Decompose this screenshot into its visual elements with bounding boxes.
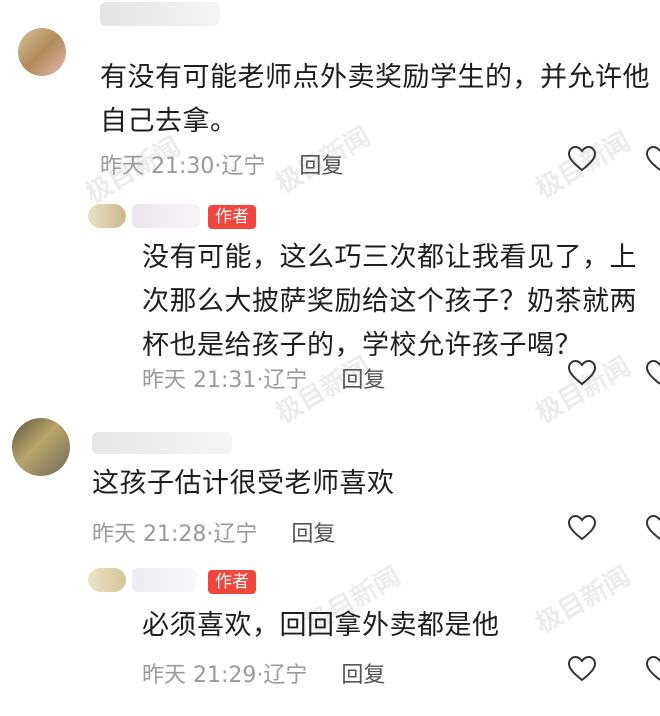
author-badge: 作者 (208, 570, 256, 594)
comment-text: 没有可能，这么巧三次都让我看见了，上 次那么大披萨奖励给这个孩子？奶茶就两 杯也… (142, 236, 652, 368)
comment-meta: 昨天 21:30·辽宁 回复 (100, 148, 343, 180)
dislike-icon[interactable] (646, 656, 660, 682)
reply-button[interactable]: 回复 (341, 368, 385, 393)
comment-location: 辽宁 (213, 522, 258, 547)
comment-text: 有没有可能老师点外卖奖励学生的，并允许他 自己去拿。 (100, 56, 655, 144)
comment-time: 昨天 21:29 (142, 663, 257, 688)
avatar[interactable] (12, 418, 70, 476)
dislike-icon[interactable] (646, 146, 660, 172)
comment-line: 有没有可能老师点外卖奖励学生的，并允许他 (100, 62, 650, 93)
reply-button[interactable]: 回复 (341, 663, 385, 688)
comment-line: 没有可能，这么巧三次都让我看见了，上 (142, 242, 637, 273)
comment-time: 昨天 21:28 (92, 522, 207, 547)
avatar[interactable] (18, 28, 66, 76)
comment-time: 昨天 21:31 (142, 368, 257, 393)
username-blurred[interactable] (100, 2, 220, 26)
like-heart-icon[interactable] (568, 360, 596, 386)
comment-line: 必须喜欢，回回拿外卖都是他 (142, 610, 500, 641)
comment-location: 辽宁 (263, 663, 308, 688)
username-blurred[interactable] (132, 568, 196, 592)
comment-line: 自己去拿。 (100, 106, 238, 137)
comment-location: 辽宁 (221, 154, 266, 179)
comment-line: 这孩子估计很受老师喜欢 (92, 468, 395, 499)
like-heart-icon[interactable] (568, 656, 596, 682)
reply-button[interactable]: 回复 (291, 522, 335, 547)
comment-location: 辽宁 (263, 368, 308, 393)
avatar[interactable] (88, 204, 126, 228)
comment-line: 次那么大披萨奖励给这个孩子？奶茶就两 (142, 286, 637, 317)
like-heart-icon[interactable] (568, 515, 596, 541)
comment-meta: 昨天 21:31·辽宁 回复 (142, 362, 385, 394)
comment-meta: 昨天 21:28·辽宁 回复 (92, 516, 335, 548)
comment-time: 昨天 21:30 (100, 154, 215, 179)
comment-text: 这孩子估计很受老师喜欢 (92, 462, 632, 506)
avatar[interactable] (88, 568, 126, 592)
comment-text: 必须喜欢，回回拿外卖都是他 (142, 604, 642, 648)
author-badge: 作者 (208, 205, 256, 229)
dislike-icon[interactable] (646, 360, 660, 386)
reply-button[interactable]: 回复 (299, 154, 343, 179)
username-blurred[interactable] (92, 432, 232, 454)
dislike-icon[interactable] (646, 515, 660, 541)
username-blurred[interactable] (132, 204, 200, 228)
like-heart-icon[interactable] (568, 146, 596, 172)
comment-meta: 昨天 21:29·辽宁 回复 (142, 657, 385, 689)
